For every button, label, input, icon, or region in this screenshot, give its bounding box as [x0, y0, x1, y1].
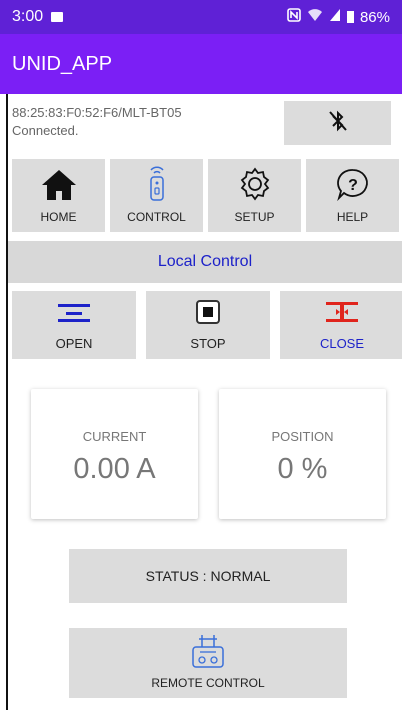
connection-state: Connected. [12, 123, 79, 138]
battery-icon [346, 11, 354, 23]
control-row: OPEN STOP CLOSE [12, 291, 402, 359]
home-button[interactable]: HOME [12, 159, 105, 232]
section-title: Local Control [8, 241, 402, 283]
device-address: 88:25:83:F0:52:F6/MLT-BT05 [12, 105, 182, 120]
current-card: CURRENT 0.00 A [31, 389, 198, 519]
stop-label: STOP [190, 336, 226, 351]
clock: 3:00 [12, 8, 44, 25]
remote-control-label: REMOTE CONTROL [151, 676, 265, 690]
home-label: HOME [40, 210, 77, 224]
svg-text:?: ? [348, 177, 358, 194]
help-button[interactable]: ? HELP [306, 159, 399, 232]
wifi-icon [307, 8, 323, 26]
current-label: CURRENT [82, 429, 147, 444]
app-title: UNID_APP [12, 52, 113, 75]
status-icons: 86% [287, 8, 390, 26]
open-label: OPEN [55, 336, 93, 351]
battery-percent: 86% [359, 8, 390, 26]
help-label: HELP [336, 210, 369, 224]
image-icon [51, 12, 64, 22]
signal-icon [329, 8, 341, 26]
setup-label: SETUP [234, 210, 275, 224]
status-display: STATUS : NORMAL [69, 549, 347, 603]
home-icon [40, 168, 78, 210]
stop-icon [196, 300, 220, 336]
stop-button[interactable]: STOP [146, 291, 270, 359]
position-label: POSITION [271, 429, 334, 444]
system-status-bar: 3:00 86% [0, 0, 402, 34]
nav-row: HOME CONTROL SETUP ? HELP [12, 159, 399, 232]
remote-control-icon [190, 633, 226, 676]
position-value: 0 % [277, 453, 328, 485]
current-value: 0.00 A [73, 453, 156, 485]
open-button[interactable]: OPEN [12, 291, 136, 359]
connection-info: 88:25:83:F0:52:F6/MLT-BT05 Connected. [12, 104, 182, 140]
close-icon [324, 300, 360, 336]
setup-button[interactable]: SETUP [208, 159, 301, 232]
open-icon [56, 302, 92, 336]
control-label: CONTROL [127, 210, 186, 224]
app-bar: UNID_APP [0, 34, 402, 94]
bluetooth-button[interactable] [284, 101, 391, 145]
remote-icon [144, 164, 170, 210]
close-label: CLOSE [319, 336, 365, 351]
help-icon: ? [335, 166, 371, 210]
nfc-icon [287, 8, 301, 26]
bluetooth-off-icon [327, 109, 349, 138]
position-card: POSITION 0 % [219, 389, 386, 519]
remote-control-button[interactable]: REMOTE CONTROL [69, 628, 347, 698]
close-button[interactable]: CLOSE [280, 291, 402, 359]
control-button[interactable]: CONTROL [110, 159, 203, 232]
gear-icon [237, 166, 273, 210]
